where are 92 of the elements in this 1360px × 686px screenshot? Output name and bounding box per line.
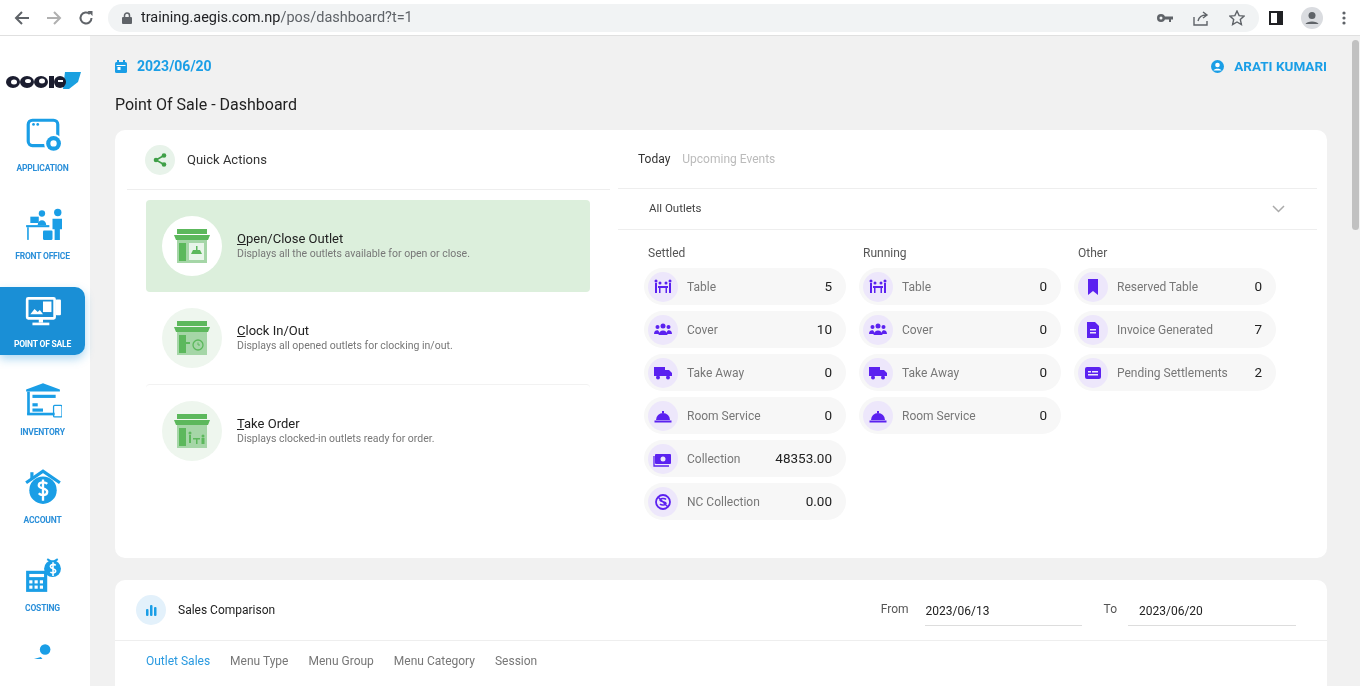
stat-label: NC Collection	[687, 493, 760, 511]
stat-value: 48353.00	[775, 449, 832, 469]
card-icon	[1078, 357, 1108, 388]
stat-value: 7	[1254, 320, 1262, 340]
page-title: Point Of Sale - Dashboard	[115, 94, 298, 116]
stat-value: 10	[816, 320, 832, 340]
tab[interactable]: Today	[638, 150, 671, 168]
star-icon[interactable]	[1229, 9, 1245, 26]
action-title: Clock In/Out	[237, 323, 311, 339]
side-panel-icon[interactable]	[1269, 10, 1283, 25]
stat-label: Room Service	[902, 407, 976, 425]
lock-icon	[122, 11, 132, 24]
quick-action-item[interactable]: Open/Close Outlet Displays all the outlets available for open or close.	[146, 200, 590, 292]
tab[interactable]: Menu Type	[230, 652, 289, 670]
invoice-icon	[1078, 314, 1108, 345]
storefront-icon	[162, 308, 222, 368]
from-date-field[interactable]: 2023/06/13	[924, 596, 1082, 626]
menu-icon[interactable]	[1342, 10, 1346, 25]
calendar-icon	[115, 59, 127, 73]
current-date: 2023/06/20	[137, 56, 212, 76]
tab[interactable]: Menu Group	[308, 652, 374, 670]
sidebar-item[interactable]: ACCOUNT	[0, 463, 85, 531]
stat-value: 0	[1039, 320, 1047, 340]
action-title: Open/Close Outlet	[237, 231, 345, 247]
cover-icon	[648, 314, 678, 345]
nc-icon	[648, 486, 678, 517]
truck-icon	[863, 357, 893, 388]
sidebar-item[interactable]: COSTING	[0, 551, 85, 619]
chevron-down-icon	[1272, 205, 1285, 213]
stat-label: Collection	[687, 450, 741, 468]
action-description: Displays all opened outlets for clocking in/out.	[237, 339, 453, 353]
from-label: From	[880, 601, 909, 618]
section-title: Quick Actions	[187, 150, 267, 169]
bar-chart-icon	[136, 595, 166, 625]
share-icon	[145, 144, 175, 175]
action-title: Take Order	[237, 415, 301, 432]
action-description: Displays clocked-in outlets ready for order.	[237, 431, 435, 446]
key-icon[interactable]	[1157, 12, 1173, 23]
stat-label: Room Service	[687, 407, 761, 425]
stat-label: Cover	[902, 321, 933, 339]
user-icon	[1211, 59, 1225, 73]
stat-label: Take Away	[687, 364, 745, 382]
sidebar-item[interactable]: INVENTORY	[0, 375, 85, 443]
action-description: Displays all the outlets available for open or close.	[237, 247, 470, 261]
section-title: Sales Comparison	[178, 602, 276, 619]
url-host: training.aegis.com.np	[141, 8, 281, 26]
stat-label: Take Away	[902, 364, 960, 382]
stat-label: Cover	[687, 321, 718, 339]
storefront-icon	[162, 400, 222, 461]
stat-label: Table	[687, 278, 717, 296]
reload-icon[interactable]	[78, 9, 94, 26]
stat-value: 5	[824, 277, 832, 297]
share-icon[interactable]	[1193, 9, 1209, 26]
stat-label: Pending Settlements	[1117, 364, 1228, 382]
group-title: Running	[862, 245, 908, 262]
sidebar-item[interactable]: FRONT OFFICE	[0, 199, 85, 267]
bookmark-icon	[1078, 271, 1108, 302]
stat-value: 0	[824, 406, 832, 426]
account-icon	[23, 467, 62, 506]
sidebar-item[interactable]: POINT OF SALE	[0, 287, 85, 355]
stat-value: 0	[1039, 406, 1047, 426]
sidebar-item[interactable]: APPLICATION	[0, 111, 85, 179]
bell-icon	[863, 400, 893, 431]
truck-icon	[648, 357, 678, 388]
profile-avatar-icon[interactable]	[1301, 6, 1323, 29]
group-title: Settled	[647, 245, 687, 262]
tab[interactable]: Session	[494, 652, 538, 670]
group-title: Other	[1077, 245, 1109, 262]
tab[interactable]: Menu Category	[393, 652, 475, 670]
stat-value: 0	[1254, 277, 1262, 297]
address-bar[interactable]: training.aegis.com.np/pos/dashboard?t=1	[108, 3, 1259, 32]
money-icon	[648, 443, 678, 474]
table-icon	[648, 271, 678, 302]
to-date-field[interactable]: 2023/06/20	[1128, 596, 1296, 626]
stat-value: 0	[824, 363, 832, 383]
stat-value: 2	[1254, 363, 1262, 383]
storefront-icon	[162, 216, 222, 276]
to-label: To	[1103, 601, 1117, 618]
tab[interactable]: Outlet Sales	[146, 652, 211, 670]
url-path: /pos/dashboard?t=1	[280, 8, 413, 26]
stat-label: Table	[902, 278, 932, 296]
stat-value: 0	[1039, 277, 1047, 297]
stat-value: 0	[1039, 363, 1047, 383]
stat-label: Reserved Table	[1117, 278, 1199, 296]
outlet-select[interactable]: All Outlets	[618, 189, 1317, 230]
bell-icon	[648, 400, 678, 431]
back-icon[interactable]	[14, 9, 30, 26]
stat-value: 0.00	[805, 492, 832, 512]
stat-label: Invoice Generated	[1117, 321, 1213, 339]
user-name[interactable]: ARATI KUMARI	[1234, 55, 1327, 77]
table-icon	[863, 271, 893, 302]
cover-icon	[863, 314, 893, 345]
